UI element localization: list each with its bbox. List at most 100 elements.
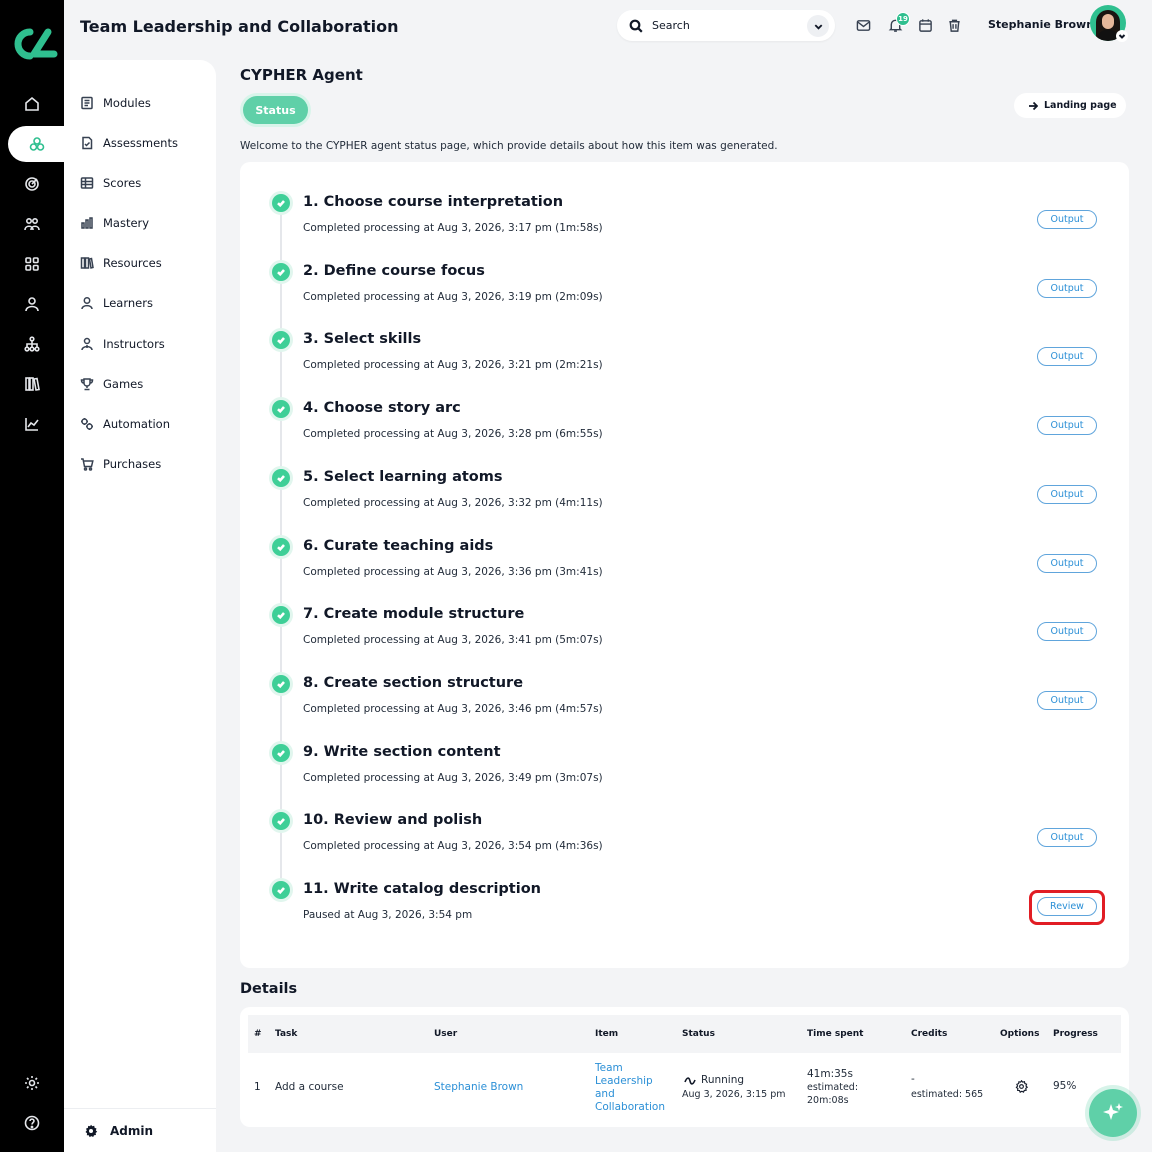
step-item: 7. Create module structure Completed proc… <box>240 582 1129 650</box>
step-item: 2. Define course focus Completed processi… <box>240 239 1129 307</box>
rail-target-icon[interactable] <box>0 166 64 202</box>
search-dropdown-button[interactable] <box>807 15 829 37</box>
step-item: 8. Create section structure Completed pro… <box>240 651 1129 719</box>
subnav-label: Instructors <box>103 337 165 351</box>
calendar-icon[interactable] <box>918 18 934 34</box>
app-title: Team Leadership and Collaboration <box>80 17 399 36</box>
rail-analytics-icon[interactable] <box>0 406 64 442</box>
output-button[interactable]: Output <box>1037 347 1097 367</box>
landing-page-button[interactable]: Landing page <box>1014 93 1126 118</box>
step-subtitle: Completed processing at Aug 3, 2026, 3:2… <box>303 428 603 441</box>
check-circle-icon <box>272 674 290 693</box>
step-item: 11. Write catalog description Paused at A… <box>240 857 1129 925</box>
step-title: 8. Create section structure <box>303 674 524 691</box>
running-icon <box>684 1076 696 1085</box>
purchases-icon <box>81 458 94 471</box>
arrow-right-icon <box>1029 101 1038 110</box>
output-button[interactable]: Output <box>1037 622 1097 642</box>
output-button[interactable]: Output <box>1037 553 1097 573</box>
details-title: Details <box>240 981 298 997</box>
step-subtitle: Completed processing at Aug 3, 2026, 3:5… <box>303 840 603 853</box>
mail-icon[interactable] <box>856 18 872 34</box>
output-button[interactable]: Output <box>1037 828 1097 848</box>
output-button[interactable]: Output <box>1037 484 1097 504</box>
rail-modules-icon[interactable] <box>8 126 66 162</box>
user-menu-chevron-icon[interactable] <box>1116 30 1128 42</box>
rail-user-icon[interactable] <box>0 286 64 322</box>
tab-status[interactable]: Status <box>243 96 308 124</box>
subnav-label: Mastery <box>103 216 150 230</box>
rail-home-icon[interactable] <box>0 86 64 122</box>
output-button[interactable]: Output <box>1037 278 1097 298</box>
subnav-item-mastery[interactable]: Mastery <box>80 212 149 234</box>
search-icon <box>629 19 643 33</box>
step-title: 10. Review and polish <box>303 812 483 829</box>
check-circle-icon <box>272 194 290 212</box>
check-circle-icon <box>272 331 290 350</box>
rail-apps-icon[interactable] <box>0 246 64 282</box>
rail-people-icon[interactable] <box>0 206 64 242</box>
left-rail <box>0 0 66 1152</box>
logo-icon[interactable] <box>8 24 58 64</box>
step-subtitle: Completed processing at Aug 3, 2026, 3:4… <box>303 634 603 647</box>
subnav-label: Assessments <box>103 136 178 150</box>
rail-library-icon[interactable] <box>0 366 64 402</box>
row-options-gear-icon[interactable] <box>1015 1079 1029 1097</box>
subnav-item-automation[interactable]: Automation <box>80 413 170 435</box>
subnav-item-games[interactable]: Games <box>80 373 143 395</box>
subnav-label: Resources <box>103 256 162 270</box>
row-time-estimated-label: estimated: <box>807 1082 859 1093</box>
instructors-icon <box>81 337 93 351</box>
step-item: 6. Curate teaching aids Completed process… <box>240 514 1129 582</box>
col-index: # <box>254 1029 262 1039</box>
subnav-item-scores[interactable]: Scores <box>80 172 141 194</box>
status-text: Running <box>701 1074 745 1086</box>
check-circle-icon <box>272 606 290 625</box>
details-table: # Task User Item Status Time spent Credi… <box>240 1007 1129 1127</box>
assessments-icon <box>82 136 93 150</box>
item-line: Leadership <box>595 1075 653 1087</box>
row-credits-estimated: estimated: 565 <box>911 1089 984 1100</box>
bell-icon[interactable]: 19 <box>888 12 910 34</box>
step-item: 9. Write section content Completed proces… <box>240 720 1129 788</box>
scores-icon <box>80 177 94 189</box>
check-circle-icon <box>272 468 290 487</box>
check-circle-icon <box>272 881 290 899</box>
notification-badge: 19 <box>896 12 910 26</box>
row-item-link[interactable]: Team Leadership and Collaboration <box>595 1062 665 1114</box>
subnav-item-assessments[interactable]: Assessments <box>80 132 178 154</box>
output-button[interactable]: Output <box>1037 210 1097 229</box>
rail-help-icon[interactable] <box>0 1105 64 1141</box>
subnav-item-modules[interactable]: Modules <box>80 92 151 114</box>
subnav-item-purchases[interactable]: Purchases <box>80 453 161 475</box>
item-line: Team <box>595 1062 623 1074</box>
step-subtitle: Completed processing at Aug 3, 2026, 3:4… <box>303 771 603 784</box>
landing-page-label: Landing page <box>1044 100 1117 111</box>
step-title: 11. Write catalog description <box>303 881 541 897</box>
rail-org-chart-icon[interactable] <box>0 326 64 362</box>
rail-settings-icon[interactable] <box>0 1065 64 1101</box>
step-title: 9. Write section content <box>303 743 501 760</box>
col-options: Options <box>1000 1029 1040 1039</box>
search-bar[interactable] <box>617 10 835 41</box>
page-title: CYPHER Agent <box>240 66 363 84</box>
review-button[interactable]: Review <box>1037 897 1097 916</box>
row-task: Add a course <box>275 1081 344 1093</box>
admin-button[interactable]: Admin <box>64 1108 216 1152</box>
search-input[interactable] <box>652 19 792 32</box>
steps-card: 1. Choose course interpretation Completed… <box>240 162 1129 968</box>
check-circle-icon <box>272 812 290 831</box>
step-title: 4. Choose story arc <box>303 400 461 417</box>
col-credits: Credits <box>911 1029 948 1039</box>
step-item: 5. Select learning atoms Completed proces… <box>240 445 1129 513</box>
step-title: 5. Select learning atoms <box>303 468 503 485</box>
subnav-item-instructors[interactable]: Instructors <box>80 333 165 355</box>
row-user-link[interactable]: Stephanie Brown <box>434 1081 523 1094</box>
subnav-item-learners[interactable]: Learners <box>80 292 153 314</box>
user-name[interactable]: Stephanie Brown <box>988 18 1094 31</box>
trash-icon[interactable] <box>947 18 963 34</box>
output-button[interactable]: Output <box>1037 416 1097 436</box>
subnav-item-resources[interactable]: Resources <box>80 252 162 274</box>
ai-assistant-button[interactable] <box>1089 1089 1137 1137</box>
output-button[interactable]: Output <box>1037 690 1097 710</box>
